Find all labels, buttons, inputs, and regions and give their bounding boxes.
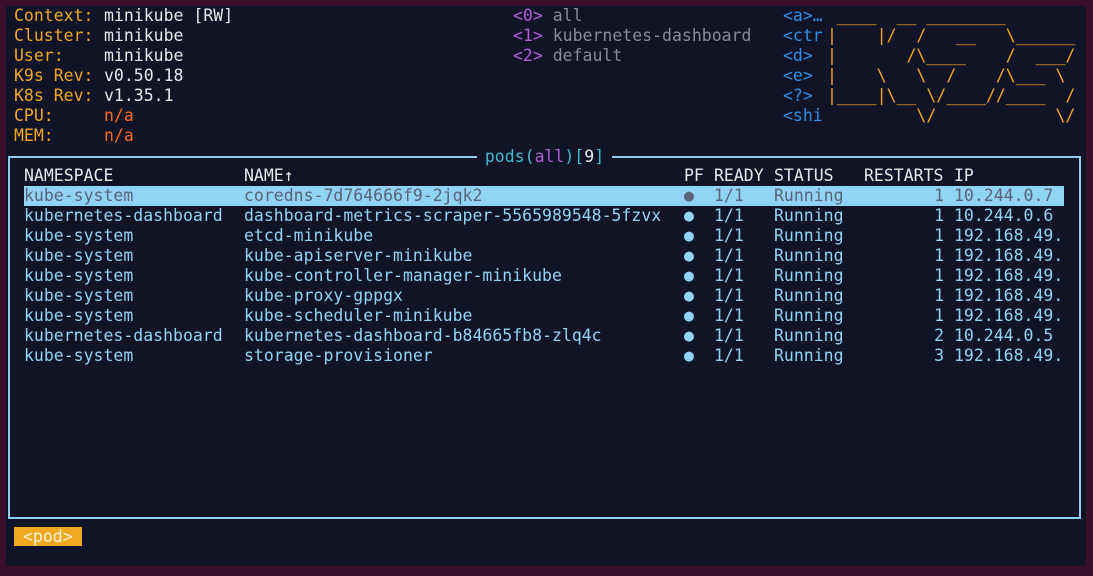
namespace-shortcuts: <0> all <1> kubernetes-dashboard <2> def… xyxy=(513,6,751,66)
k9s-logo: ____ __ ________ | |/ / __ \______ | /\_… xyxy=(827,6,1076,125)
breadcrumb-pod[interactable]: <pod> xyxy=(14,527,82,546)
pods-panel: pods(all)[9] NAMESPACE NAME↑ PF READY ST… xyxy=(8,147,1081,519)
sort-ascending-icon: ↑ xyxy=(283,166,294,185)
port-forward-dot-icon: ● xyxy=(684,226,694,245)
column-header-ip[interactable]: IP xyxy=(954,166,974,186)
port-forward-dot-icon: ● xyxy=(684,346,694,365)
panel-title: pods(all)[9] xyxy=(10,147,1079,167)
port-forward-dot-icon: ● xyxy=(684,326,694,345)
namespace-shortcut[interactable]: <1> kubernetes-dashboard xyxy=(513,26,751,46)
column-header-restarts[interactable]: RESTARTS xyxy=(864,166,943,186)
column-header-status[interactable]: STATUS xyxy=(774,166,834,186)
column-header-pf[interactable]: PF xyxy=(684,166,704,186)
info-mem: MEM: n/a xyxy=(14,126,134,145)
table-row[interactable]: kubernetes-dashboard kubernetes-dashboard… xyxy=(24,326,1064,346)
table-row[interactable]: kube-system kube-proxy-gppgx ● 1/1 Running 1 1… xyxy=(24,286,1064,306)
hotkey-hint[interactable]: <ctr xyxy=(783,26,823,46)
namespace-shortcut[interactable]: <0> all xyxy=(513,6,751,26)
info-user: User: minikube xyxy=(14,46,184,65)
hotkey-hints: <a>… <ctr <d> <e> <?> <shi xyxy=(783,6,823,126)
info-cpu: CPU: n/a xyxy=(14,106,134,125)
hotkey-hint[interactable]: <e> xyxy=(783,66,823,86)
cluster-info: Context: minikube [RW] Cluster: minikube U… xyxy=(14,6,233,146)
info-cluster: Cluster: minikube xyxy=(14,26,184,45)
column-header-namespace[interactable]: NAMESPACE xyxy=(24,166,113,186)
table-row[interactable]: kube-system storage-provisioner ● 1/1 Runnin… xyxy=(24,346,1064,366)
port-forward-dot-icon: ● xyxy=(684,186,694,205)
port-forward-dot-icon: ● xyxy=(684,266,694,285)
hotkey-hint[interactable]: <d> xyxy=(783,46,823,66)
info-k8s-rev: K8s Rev: v1.35.1 xyxy=(14,86,174,105)
table-row[interactable]: kube-system kube-controller-manager-minik… xyxy=(24,266,1064,286)
table-row[interactable]: kubernetes-dashboard dashboard-metrics-sc… xyxy=(24,206,1064,226)
panel-resource: pods xyxy=(484,147,525,166)
pods-table: NAMESPACE NAME↑ PF READY STATUS RESTARTS… xyxy=(24,166,1064,366)
table-row[interactable]: kube-system etcd-minikube ● 1/1 Running 1 192.… xyxy=(24,226,1064,246)
info-k9s-rev: K9s Rev: v0.50.18 xyxy=(14,66,184,85)
namespace-shortcut[interactable]: <2> default xyxy=(513,46,751,66)
hotkey-hint[interactable]: <shi xyxy=(783,106,823,126)
table-row[interactable]: kube-system coredns-7d764666f9-2jqk2 ● 1/1 R… xyxy=(24,186,1064,206)
k9s-terminal: Context: minikube [RW] Cluster: minikube U… xyxy=(6,6,1086,566)
port-forward-dot-icon: ● xyxy=(684,246,694,265)
table-row[interactable]: kube-system kube-apiserver-minikube ● 1/1 Ru… xyxy=(24,246,1064,266)
port-forward-dot-icon: ● xyxy=(684,286,694,305)
port-forward-dot-icon: ● xyxy=(684,306,694,325)
table-header: NAMESPACE NAME↑ PF READY STATUS RESTARTS… xyxy=(24,166,1064,186)
column-header-ready[interactable]: READY xyxy=(714,166,764,186)
hotkey-hint[interactable]: <a>… xyxy=(783,6,823,26)
panel-count: 9 xyxy=(584,147,595,166)
info-context: Context: minikube [RW] xyxy=(14,6,234,25)
column-header-name[interactable]: NAME↑ xyxy=(244,166,294,186)
table-row[interactable]: kube-system kube-scheduler-minikube ● 1/1 Ru… xyxy=(24,306,1064,326)
panel-namespace: all xyxy=(534,147,565,166)
port-forward-dot-icon: ● xyxy=(684,206,694,225)
hotkey-hint[interactable]: <?> xyxy=(783,86,823,106)
